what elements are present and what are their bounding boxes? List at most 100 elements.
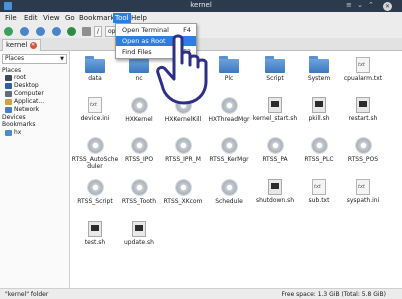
file-item[interactable]: device.ini — [71, 97, 119, 122]
window-title: kernel — [190, 1, 212, 9]
menu-view[interactable]: View — [43, 14, 60, 22]
shade-icon[interactable]: ⌄ — [357, 1, 363, 9]
file-label: RTSS_IPO — [124, 156, 154, 163]
folder-icon — [219, 56, 239, 73]
menu-go[interactable]: Go — [65, 14, 75, 22]
file-label: update.sh — [124, 239, 154, 246]
file-label: cpualarm.txt — [343, 75, 383, 82]
applications-icon — [5, 98, 12, 105]
gear-icon — [86, 179, 104, 196]
desktop-icon — [5, 82, 12, 89]
gear-icon — [266, 137, 284, 154]
file-label: Script — [266, 75, 284, 82]
text-file-icon — [312, 179, 326, 195]
file-item[interactable]: RTSS_XKcom — [159, 179, 207, 205]
new-tab-icon[interactable] — [4, 27, 13, 36]
minimize-icon[interactable]: ≡ — [346, 1, 352, 9]
file-item[interactable]: restart.sh — [339, 97, 387, 122]
file-item[interactable]: cpualarm.txt — [339, 57, 387, 82]
file-label: RTSS_POS — [347, 156, 379, 163]
drive-icon — [82, 27, 91, 36]
script-icon — [356, 97, 370, 113]
menu-edit[interactable]: Edit — [24, 14, 38, 22]
sidebar-item-hx[interactable]: hx — [5, 129, 21, 136]
menubar: File Edit View Go Bookmarks Tool Help — [0, 12, 402, 24]
gear-icon — [174, 179, 192, 196]
file-label: System — [307, 75, 331, 82]
file-item[interactable]: RTSS_AutoScheduler — [71, 137, 119, 170]
file-label: shutdown.sh — [255, 197, 295, 204]
sidebar-item-computer[interactable]: Computer — [5, 90, 44, 97]
file-label: pkill.sh — [308, 115, 330, 122]
file-item[interactable]: RTSS_IPR_M — [159, 137, 207, 163]
file-label: RTSS_PA — [262, 156, 288, 163]
side-pane-selector[interactable]: Places ▼ — [2, 54, 67, 64]
menu-help[interactable]: Help — [131, 14, 147, 22]
file-item[interactable]: Schedule — [205, 179, 253, 205]
sidebar-item-label: Desktop — [14, 82, 39, 89]
file-label: RTSS_PLC — [304, 156, 334, 163]
file-label: syspath.ini — [346, 197, 380, 204]
file-item[interactable]: RTSS_POS — [339, 137, 387, 163]
menu-tool[interactable]: Tool — [113, 13, 131, 23]
gear-icon — [310, 137, 328, 154]
file-item[interactable]: sub.txt — [295, 179, 343, 204]
forward-icon[interactable] — [36, 27, 45, 36]
sidebar-item-applications[interactable]: Applicat... — [5, 98, 44, 105]
file-item[interactable]: update.sh — [115, 221, 163, 246]
home-icon — [5, 74, 12, 81]
gear-icon — [354, 137, 372, 154]
file-item[interactable]: Script — [251, 56, 299, 82]
refresh-icon[interactable] — [67, 27, 76, 36]
bookmarks-header: Bookmarks — [2, 121, 36, 128]
text-file-icon — [356, 179, 370, 195]
statusbar: "kernel" folder Free space: 1.3 GiB (Tot… — [0, 288, 402, 299]
file-label: Schedule — [215, 198, 243, 205]
status-folder-text: "kernel" folder — [5, 291, 49, 298]
up-icon[interactable] — [52, 27, 61, 36]
places-header: Places — [2, 67, 22, 74]
sidebar-item-desktop[interactable]: Desktop — [5, 82, 39, 89]
menu-file[interactable]: File — [5, 14, 17, 22]
file-item[interactable]: kernel_start.sh — [251, 97, 299, 122]
tab-close-icon[interactable]: ✕ — [29, 41, 37, 49]
file-item[interactable]: RTSS_KerMgr — [205, 137, 253, 163]
menu-item-label: Find Files — [122, 48, 152, 56]
file-item[interactable]: RTSS_PLC — [295, 137, 343, 163]
sidebar: Places ▼ Places root Desktop Computer Ap… — [0, 51, 70, 288]
file-item[interactable]: pkill.sh — [295, 97, 343, 122]
folder-icon — [265, 56, 285, 73]
script-icon — [312, 97, 326, 113]
file-item[interactable]: syspath.ini — [339, 179, 387, 204]
file-item[interactable]: RTSS_IPO — [115, 137, 163, 163]
file-item[interactable]: data — [71, 56, 119, 82]
file-item[interactable]: RTSS_PA — [251, 137, 299, 163]
file-item[interactable]: RTSS_Tooth — [115, 179, 163, 205]
sidebar-item-label: root — [14, 74, 27, 81]
maximize-icon[interactable]: ⌃ — [368, 1, 374, 9]
path-root-button[interactable]: / — [94, 26, 103, 37]
gear-icon — [130, 97, 148, 114]
script-icon — [132, 221, 146, 237]
folder-icon — [309, 56, 329, 73]
text-file-icon — [356, 57, 370, 73]
back-icon[interactable] — [20, 27, 29, 36]
file-item[interactable]: shutdown.sh — [251, 179, 299, 204]
close-window-icon[interactable]: ✕ — [383, 1, 392, 11]
file-label: RTSS_KerMgr — [209, 156, 249, 163]
file-item[interactable]: System — [295, 56, 343, 82]
file-label: data — [88, 75, 102, 82]
file-item[interactable]: test.sh — [71, 221, 119, 246]
sidebar-item-label: Applicat... — [14, 98, 45, 105]
computer-icon — [5, 90, 12, 97]
file-label: device.ini — [80, 115, 110, 122]
file-grid: data nc Plc Script System cpualarm.txt d… — [71, 51, 402, 288]
tab-kernel[interactable]: kernel ✕ — [2, 39, 41, 51]
folder-icon — [5, 129, 12, 136]
sidebar-item-network[interactable]: Network — [5, 106, 39, 113]
file-item[interactable]: RTSS_Script — [71, 179, 119, 205]
file-label: RTSS_IPR_M — [165, 156, 201, 163]
gear-icon — [130, 179, 148, 196]
sidebar-item-root[interactable]: root — [5, 74, 26, 81]
file-label: RTSS_AutoScheduler — [71, 156, 119, 170]
